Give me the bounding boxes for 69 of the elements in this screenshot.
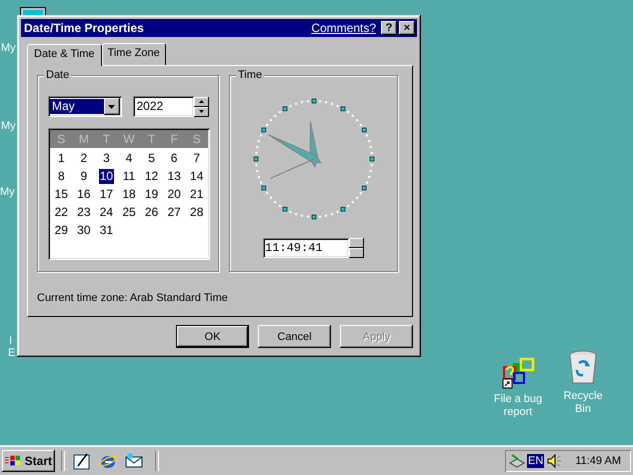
- start-button[interactable]: Start: [2, 450, 55, 472]
- calendar-day[interactable]: 6: [170, 150, 178, 166]
- calendar-day[interactable]: 26: [144, 204, 160, 220]
- calendar-day[interactable]: 8: [56, 168, 66, 184]
- desktop-icon[interactable]: [73, 452, 91, 470]
- time-field[interactable]: 11:49:41: [263, 238, 349, 258]
- calendar-day[interactable]: 14: [189, 168, 204, 184]
- weekday-header: T: [146, 132, 156, 146]
- desktop-icon-label: My: [0, 186, 15, 198]
- calendar-day[interactable]: 19: [144, 186, 160, 202]
- calendar-day[interactable]: 23: [76, 204, 92, 220]
- calendar-day[interactable]: 31: [98, 222, 114, 238]
- calendar-day[interactable]: 9: [80, 168, 88, 184]
- window-title: Date/Time Properties: [24, 21, 145, 35]
- desktop-icon-label: E: [8, 347, 16, 359]
- calendar-day[interactable]: 16: [76, 186, 92, 202]
- calendar-day[interactable]: 5: [147, 150, 156, 166]
- calendar-day[interactable]: 1: [56, 150, 66, 166]
- calendar-day[interactable]: 10: [98, 168, 114, 184]
- close-button[interactable]: ×: [399, 21, 415, 35]
- weekday-header: S: [192, 132, 202, 146]
- calendar-day[interactable]: 18: [121, 186, 137, 202]
- weekday-header: F: [169, 132, 179, 146]
- calendar-day[interactable]: 28: [189, 204, 204, 220]
- year-field[interactable]: 2022: [132, 96, 194, 117]
- calendar-day[interactable]: 3: [102, 150, 111, 166]
- time-spinner[interactable]: [349, 238, 364, 258]
- calendar-day[interactable]: 11: [122, 168, 136, 184]
- year-spinner[interactable]: [194, 96, 209, 116]
- desktop-icon-label: I: [9, 335, 12, 347]
- taskbar-clock: 11:49 AM: [575, 455, 621, 467]
- calendar-day[interactable]: 17: [98, 186, 114, 202]
- calendar-day[interactable]: 25: [121, 204, 137, 220]
- device-icon[interactable]: [509, 453, 525, 469]
- calendar-day[interactable]: 15: [54, 186, 69, 202]
- calendar-day[interactable]: 13: [166, 168, 182, 184]
- month-dropdown[interactable]: May: [48, 96, 122, 117]
- calendar-day[interactable]: 27: [166, 204, 182, 220]
- desktop-icon-label: My: [1, 120, 16, 132]
- calendar-day[interactable]: 7: [192, 150, 202, 166]
- shortcut-icon[interactable]: [500, 357, 536, 389]
- calendar-day[interactable]: 12: [144, 168, 160, 184]
- calendar-day[interactable]: 30: [76, 222, 92, 238]
- group-label: Time: [236, 69, 264, 81]
- calendar-day[interactable]: 2: [80, 150, 88, 166]
- calendar-day[interactable]: 4: [124, 150, 134, 166]
- weekday-header: W: [122, 132, 136, 146]
- comments-link[interactable]: Comments?: [311, 21, 376, 35]
- tab[interactable]: Date & Time: [27, 44, 102, 66]
- calendar-day[interactable]: 20: [166, 186, 182, 202]
- desktop-icon-label: My: [1, 42, 16, 54]
- recycle-bin-icon[interactable]: [567, 350, 599, 386]
- weekday-header: T: [102, 132, 112, 146]
- speaker-icon[interactable]: [546, 453, 562, 469]
- calendar-day[interactable]: 24: [98, 204, 114, 220]
- calendar-day[interactable]: 22: [54, 204, 69, 220]
- timezone-text: Current time zone: Arab Standard Time: [37, 292, 229, 304]
- tab[interactable]: Time Zone: [102, 43, 166, 65]
- weekday-header: M: [78, 132, 90, 146]
- weekday-header: S: [56, 132, 66, 146]
- envelope-icon[interactable]: [125, 452, 143, 470]
- help-button[interactable]: ?: [381, 21, 397, 35]
- group-label: Date: [44, 69, 72, 81]
- language-indicator[interactable]: EN: [527, 454, 544, 468]
- dialog-button[interactable]: OK: [176, 325, 249, 348]
- calendar-day[interactable]: 29: [54, 222, 69, 238]
- dialog-button[interactable]: Cancel: [258, 325, 331, 348]
- calendar-day[interactable]: 21: [189, 186, 204, 202]
- dropdown-arrow-icon[interactable]: [108, 104, 115, 108]
